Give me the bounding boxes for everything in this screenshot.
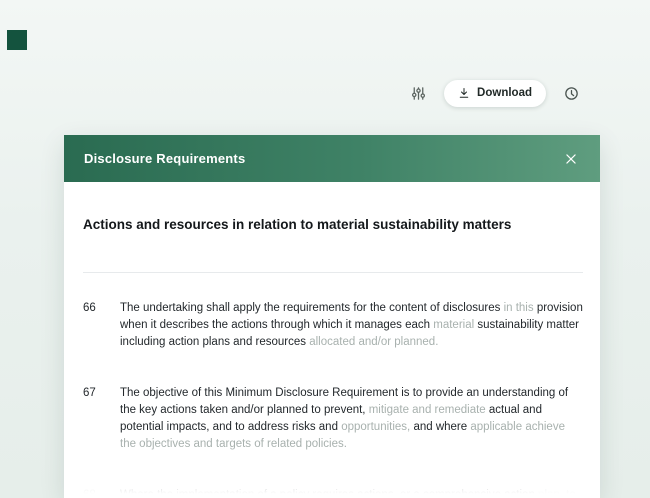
paragraph-number: 67 (83, 387, 96, 399)
toolbar: Download (408, 79, 582, 107)
text-segment: opportunities, (341, 421, 414, 433)
divider (83, 272, 583, 273)
modal-body: Actions and resources in relation to mat… (64, 182, 600, 498)
text-segment: in this (503, 302, 537, 314)
modal-header: Disclosure Requirements (64, 135, 600, 182)
page-background: Download Disclosure Requirements Actions… (0, 0, 650, 498)
paragraph-list: 66 The undertaking shall apply the requi… (83, 300, 583, 498)
paragraph-row: 67 The objective of this Minimum Disclos… (83, 385, 583, 453)
download-icon (459, 88, 469, 98)
section-title: Actions and resources in relation to mat… (83, 217, 512, 232)
disclosure-modal: Disclosure Requirements Actions and reso… (64, 135, 600, 498)
text-segment: Where the implementation of a policy req… (120, 489, 539, 498)
text-segment: material (433, 319, 478, 331)
filters-icon (412, 86, 426, 100)
text-segment: mitigate and remediate (368, 404, 489, 416)
modal-title: Disclosure Requirements (84, 151, 246, 166)
paragraph-number: 66 (83, 302, 96, 314)
paragraph-text: Where the implementation of a policy req… (120, 487, 583, 498)
paragraph-text: The undertaking shall apply the requirem… (120, 300, 583, 351)
clock-icon (565, 86, 578, 100)
logo-mark (7, 30, 27, 50)
filters-button[interactable] (408, 83, 429, 104)
close-icon (566, 153, 576, 164)
paragraph-number: 68 (83, 489, 96, 498)
paragraph-row: 66 The undertaking shall apply the requi… (83, 300, 583, 351)
download-label: Download (477, 87, 532, 99)
clock-button[interactable] (561, 83, 582, 104)
paragraph-text: The objective of this Minimum Disclosure… (120, 385, 583, 453)
close-button[interactable] (560, 148, 582, 170)
download-button[interactable]: Download (444, 79, 546, 107)
text-segment: and where (413, 421, 471, 433)
paragraph-row: 68 Where the implementation of a policy … (83, 487, 583, 498)
text-segment: allocated and/or planned. (309, 336, 439, 348)
text-segment: The undertaking shall apply the requirem… (120, 302, 504, 314)
